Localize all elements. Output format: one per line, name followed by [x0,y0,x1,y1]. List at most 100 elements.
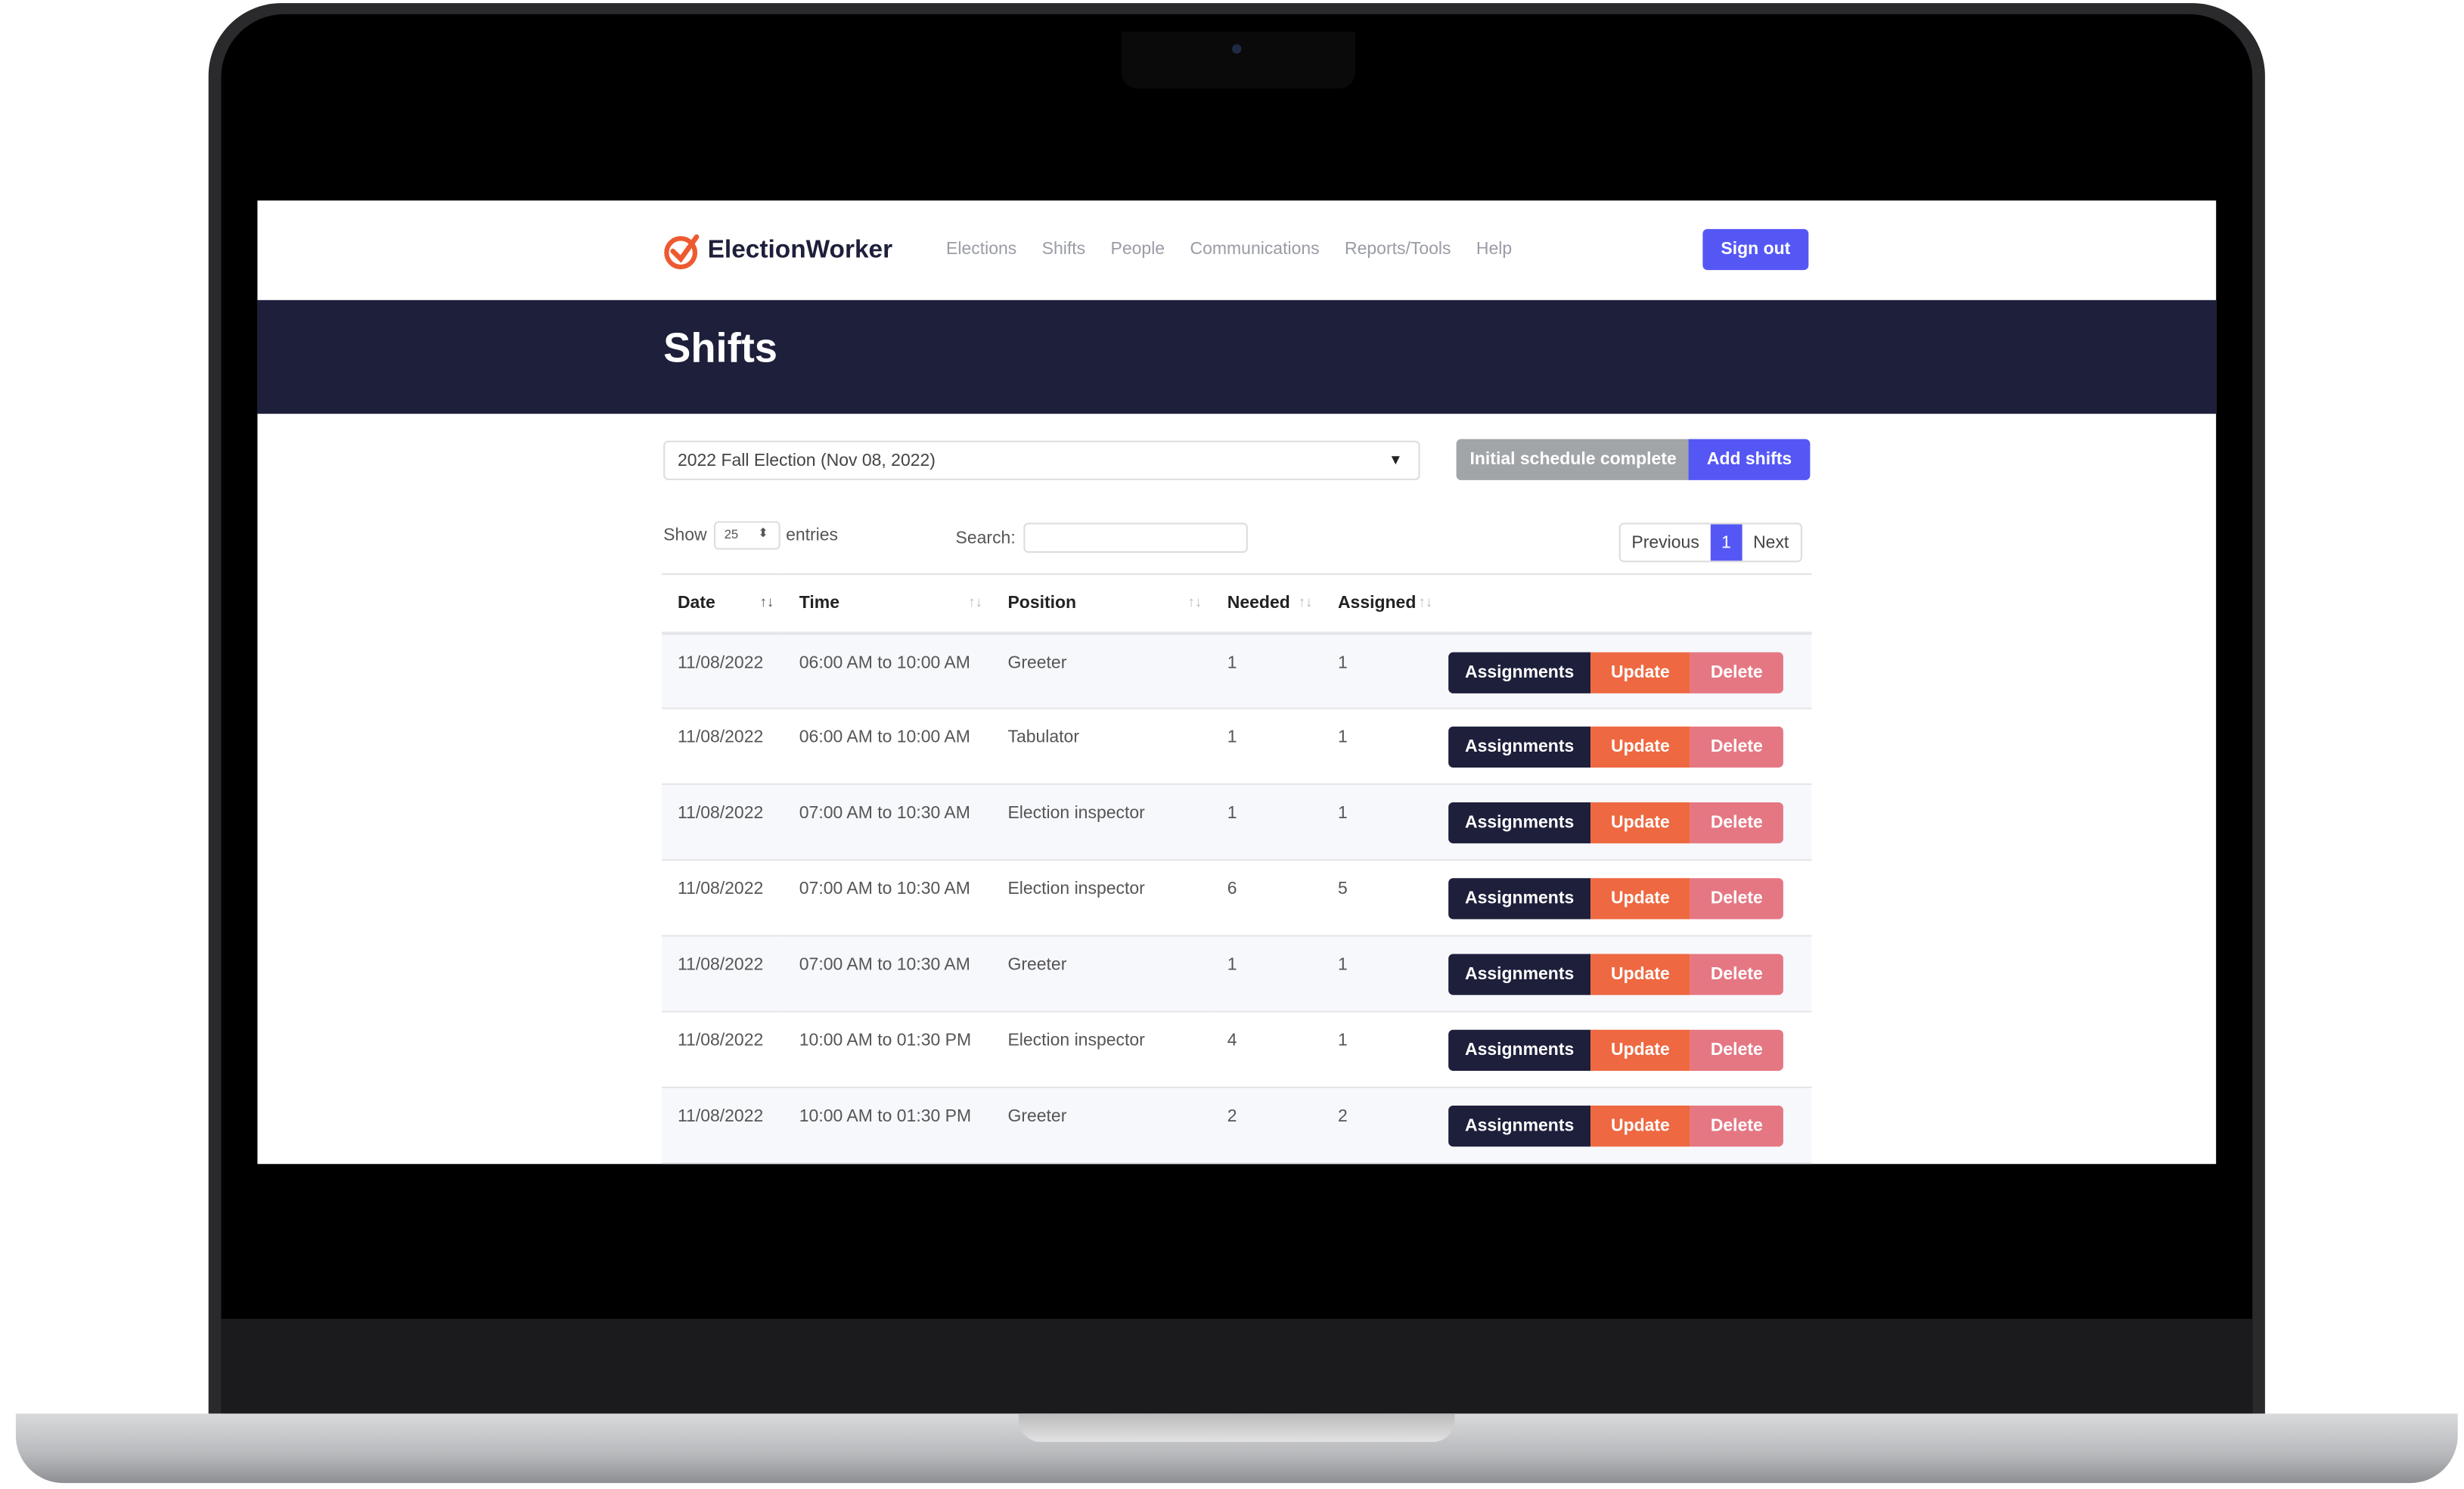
search-label: Search: [955,528,1016,548]
cell-needed: 1 [1211,632,1323,709]
camera-notch [1121,31,1355,88]
nav-help[interactable]: Help [1476,240,1512,259]
brand-name: ElectionWorker [707,237,893,264]
assignments-button[interactable]: Assignments [1448,878,1591,920]
nav-shifts[interactable]: Shifts [1042,240,1085,259]
election-select[interactable]: 2022 Fall Election (Nov 08, 2022) ▼ [663,440,1420,480]
update-button[interactable]: Update [1590,726,1690,768]
page-header: Shifts [257,299,2217,414]
next-button[interactable]: Next [1742,524,1799,560]
cell-position: Election inspector [991,860,1212,937]
cell-needed: 1 [1211,708,1323,785]
row-actions: Assignments Update Delete [1448,1087,1812,1165]
delete-button[interactable]: Delete [1690,726,1783,768]
cell-date: 11/08/2022 [662,708,784,785]
updown-icon: ⬍ [758,526,769,541]
table-row: 11/08/2022 06:00 AM to 10:00 AM Greeter 1 1 A… [662,632,1812,709]
cell-date: 11/08/2022 [662,860,784,937]
table-row: 11/08/2022 10:00 AM to 01:30 PM Greeter 2 2 A… [662,1087,1812,1165]
nav-communications[interactable]: Communications [1190,240,1320,259]
cell-time: 10:00 AM to 01:30 PM [783,1011,992,1088]
page-title: Shifts [663,324,778,371]
update-button[interactable]: Update [1590,1105,1690,1147]
search-box: Search: [956,523,1248,553]
caret-down-icon: ▼ [1388,451,1403,468]
column-label: Time [799,593,840,613]
sort-icon: ↑↓ [1418,594,1433,610]
assignments-button[interactable]: Assignments [1448,1105,1591,1147]
assignments-button[interactable]: Assignments [1448,802,1591,844]
column-assigned[interactable]: Assigned ↑↓ [1322,573,1449,634]
nav-reports-tools[interactable]: Reports/Tools [1345,240,1451,259]
brand-logo[interactable]: ElectionWorker [663,232,892,270]
row-actions: Assignments Update Delete [1448,783,1812,861]
cell-position: Election inspector [991,783,1212,861]
cell-time: 07:00 AM to 10:30 AM [783,860,992,937]
column-actions [1448,573,1812,634]
shifts-table: Date ↑↓ Time ↑↓ Position ↑↓ Needed ↑↓ Assign… [662,573,1812,1165]
delete-button[interactable]: Delete [1690,1105,1783,1147]
column-position[interactable]: Position ↑↓ [991,573,1212,634]
cell-date: 11/08/2022 [662,1087,784,1165]
check-badge-icon [664,234,700,270]
delete-button[interactable]: Delete [1690,651,1783,693]
column-label: Assigned [1337,593,1417,613]
cell-position: Tabulator [991,708,1212,785]
update-button[interactable]: Update [1590,802,1690,844]
initial-schedule-complete-button[interactable]: Initial schedule complete [1456,439,1690,480]
row-actions: Assignments Update Delete [1448,1011,1812,1088]
column-label: Needed [1227,593,1290,613]
cell-assigned: 1 [1322,935,1449,1013]
column-time[interactable]: Time ↑↓ [783,573,992,634]
camera-icon [1232,44,1242,54]
cell-time: 10:00 AM to 01:30 PM [783,1087,992,1165]
delete-button[interactable]: Delete [1690,954,1783,995]
laptop-groove [1019,1413,1455,1442]
sort-icon: ↑↓ [1298,594,1313,610]
cell-time: 07:00 AM to 10:30 AM [783,783,992,861]
cell-position: Greeter [991,935,1212,1013]
cell-time: 06:00 AM to 10:00 AM [783,632,992,709]
cell-position: Greeter [991,1087,1212,1165]
update-button[interactable]: Update [1590,954,1690,995]
previous-button[interactable]: Previous [1621,524,1711,560]
delete-button[interactable]: Delete [1690,878,1783,920]
cell-assigned: 5 [1322,860,1449,937]
cell-assigned: 1 [1322,1011,1449,1088]
cell-position: Greeter [991,632,1212,709]
app-screen: ElectionWorker Elections Shifts People C… [257,200,2217,1165]
nav-elections[interactable]: Elections [946,240,1016,259]
sort-icon: ↑↓ [1187,594,1203,610]
cell-assigned: 1 [1322,632,1449,709]
cell-needed: 4 [1211,1011,1323,1088]
update-button[interactable]: Update [1590,878,1690,920]
column-date[interactable]: Date ↑↓ [662,573,784,634]
cell-needed: 2 [1211,1087,1323,1165]
assignments-button[interactable]: Assignments [1448,954,1591,995]
entries-select[interactable]: 25 ⬍ [713,521,780,550]
table-row: 11/08/2022 06:00 AM to 10:00 AM Tabulator 1… [662,708,1812,785]
assignments-button[interactable]: Assignments [1448,651,1591,693]
entries-value: 25 [724,527,739,542]
delete-button[interactable]: Delete [1690,802,1783,844]
table-row: 11/08/2022 07:00 AM to 10:30 AM Election i… [662,783,1812,861]
column-label: Date [677,593,715,613]
cell-date: 11/08/2022 [662,632,784,709]
search-input[interactable] [1023,523,1248,553]
cell-date: 11/08/2022 [662,935,784,1013]
column-needed[interactable]: Needed ↑↓ [1211,573,1323,634]
bezel-chin [221,1318,2253,1414]
delete-button[interactable]: Delete [1690,1029,1783,1072]
entries-length: Show 25 ⬍ entries [663,521,838,550]
assignments-button[interactable]: Assignments [1448,1029,1591,1072]
add-shifts-button[interactable]: Add shifts [1688,439,1811,480]
update-button[interactable]: Update [1590,1029,1690,1072]
sign-out-button[interactable]: Sign out [1702,228,1809,271]
cell-needed: 1 [1211,935,1323,1013]
page-1-button[interactable]: 1 [1710,524,1742,561]
update-button[interactable]: Update [1590,651,1690,693]
row-actions: Assignments Update Delete [1448,935,1812,1013]
cell-assigned: 2 [1322,1087,1449,1165]
assignments-button[interactable]: Assignments [1448,726,1591,768]
nav-people[interactable]: People [1111,240,1165,259]
